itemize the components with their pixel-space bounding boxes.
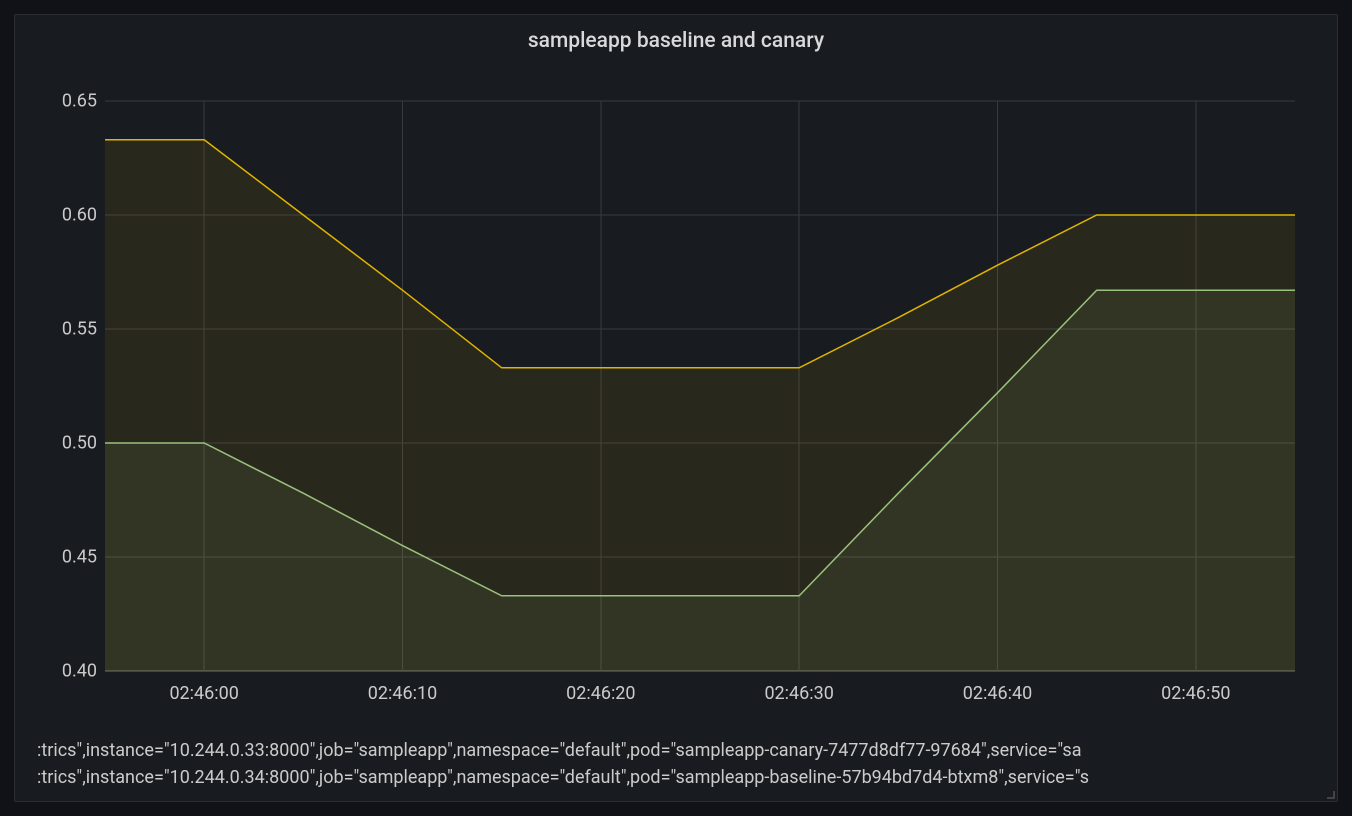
- y-tick-label: 0.45: [37, 547, 97, 568]
- legend-item-baseline[interactable]: :trics",instance="10.244.0.34:8000",job=…: [37, 764, 1327, 791]
- y-tick-label: 0.55: [37, 319, 97, 340]
- panel-title: sampleapp baseline and canary: [15, 29, 1337, 53]
- legend-label: :trics",instance="10.244.0.33:8000",job=…: [37, 740, 1082, 761]
- plot-area[interactable]: [105, 101, 1295, 671]
- legend-item-canary[interactable]: :trics",instance="10.244.0.33:8000",job=…: [37, 737, 1327, 764]
- x-tick-label: 02:46:50: [1161, 683, 1230, 704]
- x-tick-label: 02:46:10: [368, 683, 437, 704]
- chart-panel[interactable]: sampleapp baseline and canary 0.65 0.60 …: [14, 14, 1338, 802]
- resize-handle-icon[interactable]: [1325, 789, 1335, 799]
- x-tick-label: 02:46:00: [169, 683, 238, 704]
- x-tick-label: 02:46:30: [764, 683, 833, 704]
- y-tick-label: 0.50: [37, 433, 97, 454]
- y-tick-label: 0.60: [37, 205, 97, 226]
- x-tick-label: 02:46:20: [566, 683, 635, 704]
- y-tick-label: 0.40: [37, 661, 97, 682]
- legend-label: :trics",instance="10.244.0.34:8000",job=…: [37, 767, 1089, 788]
- chart-legend: :trics",instance="10.244.0.33:8000",job=…: [37, 737, 1327, 791]
- y-tick-label: 0.65: [37, 91, 97, 112]
- x-tick-label: 02:46:40: [963, 683, 1032, 704]
